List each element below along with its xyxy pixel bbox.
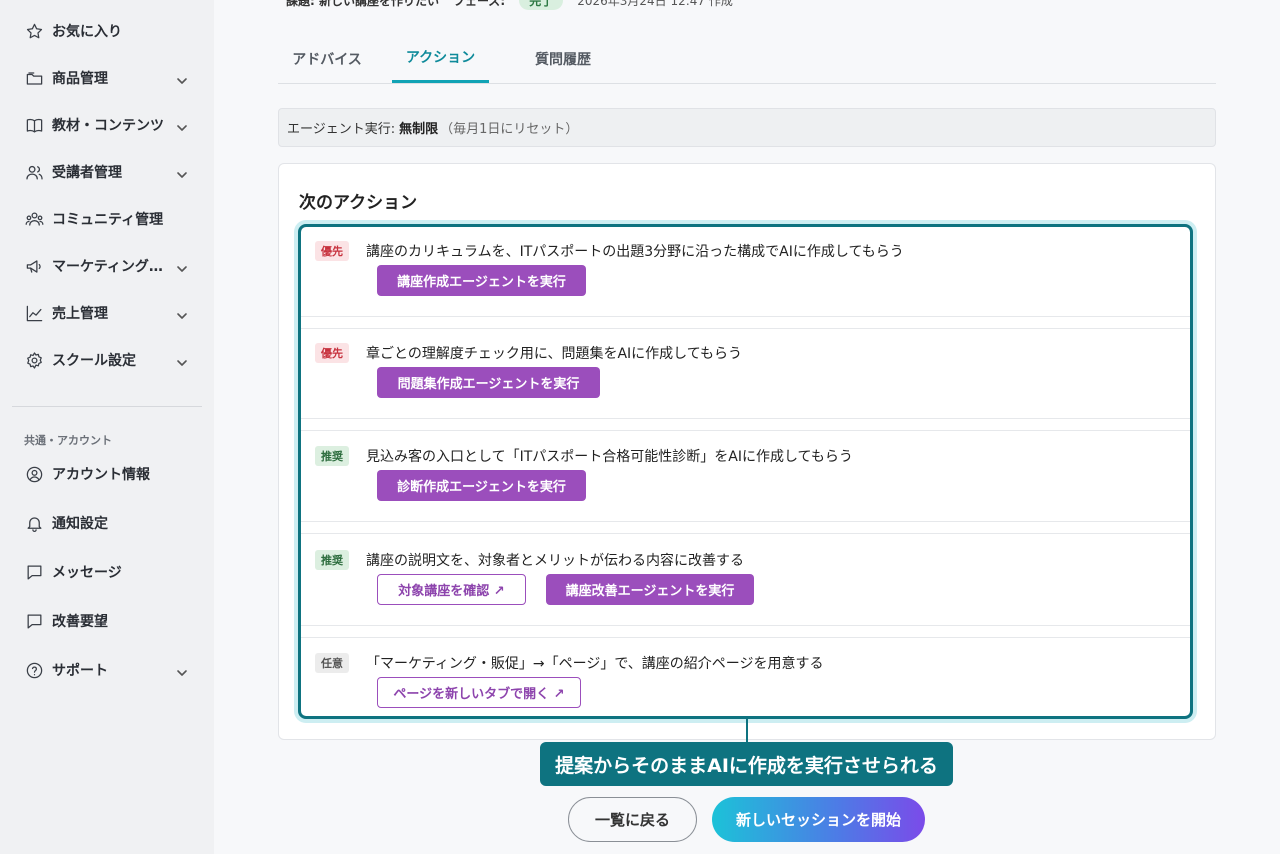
chevron-down-icon: [176, 166, 188, 178]
divider: [301, 522, 1190, 534]
help-icon: [24, 660, 44, 680]
action-text: 章ごとの理解度チェック用に、問題集をAIに作成してもらう: [366, 346, 743, 362]
session-meta: 課題: 新しい講座を作りたい フェーズ: 完了 2026年3月24日 12:47…: [286, 0, 733, 10]
sidebar-item-notifications[interactable]: 通知設定: [24, 508, 190, 538]
session-subject: 課題: 新しい講座を作りたい: [286, 0, 439, 8]
divider: [301, 317, 1190, 329]
priority-badge: 優先: [315, 241, 349, 261]
run-quiz-agent-button[interactable]: 問題集作成エージェントを実行: [377, 367, 600, 398]
sidebar-section-label: 共通・アカウント: [24, 434, 112, 447]
tab-question-history[interactable]: 質問履歴: [505, 34, 621, 83]
chevron-down-icon: [176, 307, 188, 319]
optional-badge: 任意: [315, 653, 349, 673]
divider: [301, 626, 1190, 638]
sidebar-item-students[interactable]: 受講者管理: [24, 157, 190, 187]
run-course-agent-button[interactable]: 講座作成エージェントを実行: [377, 265, 586, 296]
session-created: 2026年3月24日 12:47 作成: [577, 0, 733, 8]
sidebar-item-label: マーケティング…: [52, 259, 163, 275]
open-page-new-tab-button[interactable]: ページを新しいタブで開く ↗: [377, 677, 581, 708]
bell-icon: [24, 513, 44, 533]
view-course-button[interactable]: 対象講座を確認 ↗: [377, 574, 526, 605]
divider: [301, 419, 1190, 431]
sidebar-item-favorites[interactable]: お気に入り: [24, 16, 190, 46]
sidebar-item-account[interactable]: アカウント情報: [24, 459, 190, 489]
chevron-down-icon: [176, 354, 188, 366]
sidebar-item-support[interactable]: サポート: [24, 655, 190, 685]
sidebar-item-label: 受講者管理: [52, 165, 122, 181]
tab-bar: アドバイス アクション 質問履歴: [278, 34, 1216, 84]
sidebar-item-label: アカウント情報: [52, 467, 150, 483]
priority-badge: 優先: [315, 343, 349, 363]
sidebar-item-products[interactable]: 商品管理: [24, 63, 190, 93]
users-icon: [24, 162, 44, 182]
action-text: 見込み客の入口として「ITパスポート合格可能性診断」をAIに作成してもらう: [366, 449, 853, 465]
sidebar-item-school-settings[interactable]: スクール設定: [24, 345, 190, 375]
message-icon: [24, 562, 44, 582]
sidebar-item-label: 商品管理: [52, 71, 108, 87]
sidebar-item-label: 通知設定: [52, 516, 108, 532]
community-icon: [24, 209, 44, 229]
action-text: 講座のカリキュラムを、ITパスポートの出題3分野に沿った構成でAIに作成してもら…: [366, 244, 904, 260]
agent-execution-note: （毎月1日にリセット）: [440, 122, 579, 137]
sidebar-item-label: サポート: [52, 663, 108, 679]
action-text: 「マーケティング・販促」→「ページ」で、講座の紹介ページを用意する: [366, 656, 824, 672]
sidebar-item-label: 売上管理: [52, 306, 108, 322]
callout-connector: [746, 719, 748, 743]
book-icon: [24, 115, 44, 135]
gear-icon: [24, 350, 44, 370]
back-to-list-button[interactable]: 一覧に戻る: [568, 797, 697, 842]
sidebar-item-label: 改善要望: [52, 614, 108, 630]
list-item: 推奨 見込み客の入口として「ITパスポート合格可能性診断」をAIに作成してもらう…: [301, 432, 1190, 522]
agent-execution-bar: エージェント実行: 無制限 （毎月1日にリセット）: [278, 108, 1216, 147]
chevron-down-icon: [176, 72, 188, 84]
chevron-down-icon: [176, 664, 188, 676]
sidebar-item-feedback[interactable]: 改善要望: [24, 606, 190, 636]
sidebar-item-materials[interactable]: 教材・コンテンツ: [24, 110, 190, 140]
tab-advice[interactable]: アドバイス: [278, 34, 376, 83]
list-item: 優先 講座のカリキュラムを、ITパスポートの出題3分野に沿った構成でAIに作成し…: [301, 227, 1190, 317]
list-item: 推奨 講座の説明文を、対象者とメリットが伝わる内容に改善する 対象講座を確認 ↗…: [301, 536, 1190, 626]
list-item: 優先 章ごとの理解度チェック用に、問題集をAIに作成してもらう 問題集作成エージ…: [301, 329, 1190, 419]
callout-banner: 提案からそのままAIに作成を実行させられる: [540, 742, 953, 786]
recommended-badge: 推奨: [315, 446, 349, 466]
chevron-down-icon: [176, 119, 188, 131]
sidebar-item-label: コミュニティ管理: [52, 212, 164, 228]
recommended-badge: 推奨: [315, 550, 349, 570]
star-icon: [24, 21, 44, 41]
session-phase-label: フェーズ:: [452, 0, 506, 8]
sidebar-item-messages[interactable]: メッセージ: [24, 557, 190, 587]
actions-highlight: 優先 講座のカリキュラムを、ITパスポートの出題3分野に沿った構成でAIに作成し…: [298, 224, 1193, 719]
folder-icon: [24, 68, 44, 88]
feedback-icon: [24, 611, 44, 631]
action-text: 講座の説明文を、対象者とメリットが伝わる内容に改善する: [366, 553, 744, 569]
megaphone-icon: [24, 256, 44, 276]
agent-execution-value: 無制限: [399, 122, 439, 137]
card-title: 次のアクション: [299, 193, 418, 213]
sidebar-item-label: メッセージ: [52, 565, 122, 581]
sidebar-item-label: お気に入り: [52, 24, 122, 40]
sidebar-divider: [12, 406, 202, 407]
sidebar: お気に入り 商品管理 教材・コンテンツ 受講者管理 コミュニティ管理 マーケティ…: [0, 0, 214, 854]
run-course-improvement-agent-button[interactable]: 講座改善エージェントを実行: [546, 574, 754, 605]
run-diagnosis-agent-button[interactable]: 診断作成エージェントを実行: [377, 470, 586, 501]
sidebar-item-community[interactable]: コミュニティ管理: [24, 204, 190, 234]
chart-line-icon: [24, 303, 44, 323]
agent-execution-label: エージェント実行:: [287, 122, 396, 137]
chevron-down-icon: [176, 260, 188, 272]
user-circle-icon: [24, 464, 44, 484]
new-session-button[interactable]: 新しいセッションを開始: [712, 797, 925, 842]
tab-actions[interactable]: アクション: [392, 34, 489, 83]
status-badge: 完了: [519, 0, 564, 10]
sidebar-item-label: 教材・コンテンツ: [52, 118, 164, 134]
sidebar-item-label: スクール設定: [52, 353, 136, 369]
sidebar-item-marketing[interactable]: マーケティング…: [24, 251, 190, 281]
list-item: 任意 「マーケティング・販促」→「ページ」で、講座の紹介ページを用意する ページ…: [301, 639, 1190, 729]
sidebar-item-sales[interactable]: 売上管理: [24, 298, 190, 328]
